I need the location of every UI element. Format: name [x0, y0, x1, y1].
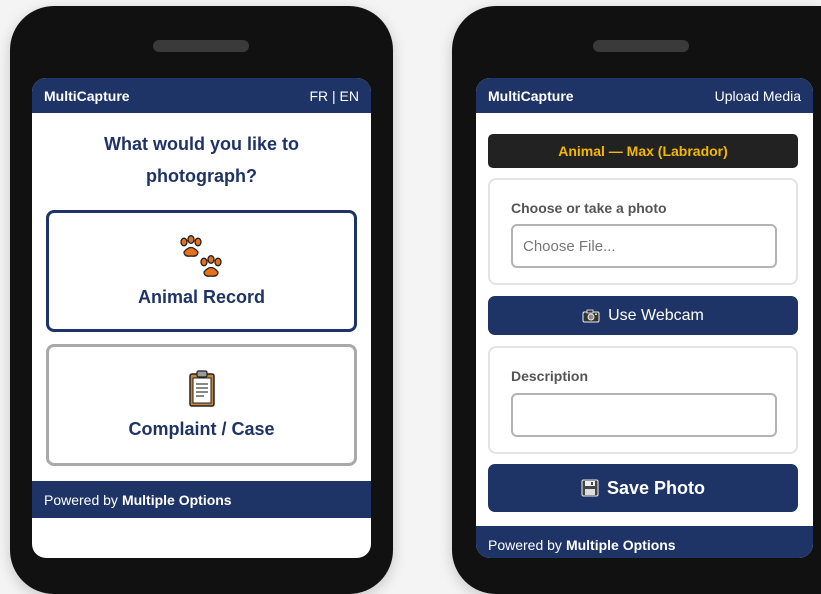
- app-brand: MultiCapture: [488, 87, 574, 104]
- use-webcam-label: Use Webcam: [608, 306, 704, 324]
- camera-icon: [582, 309, 600, 323]
- file-upload-card: Choose or take a photo Choose File...: [488, 178, 798, 285]
- screen-choose-category: MultiCapture FR | EN What would you like…: [32, 78, 371, 558]
- description-input[interactable]: [511, 393, 777, 437]
- animal-record-label: Animal Record: [137, 286, 266, 307]
- animal-record-button[interactable]: Animal Record: [46, 210, 357, 332]
- footer-brand: Multiple Options: [121, 491, 232, 508]
- phone-left: MultiCapture FR | EN What would you like…: [10, 6, 393, 594]
- app-footer: Powered by Multiple Options: [32, 481, 371, 518]
- language-switch[interactable]: FR | EN: [309, 88, 359, 104]
- subject-title: Animal — Max (Labrador): [488, 134, 798, 168]
- complaint-case-button[interactable]: Complaint / Case: [46, 344, 357, 466]
- floppy-disk-icon: [581, 479, 599, 497]
- page-header-title: Upload Media: [714, 87, 801, 104]
- footer-prefix: Powered by: [44, 491, 118, 508]
- file-input[interactable]: Choose File...: [511, 224, 777, 268]
- description-card: Description: [488, 346, 798, 454]
- clipboard-icon: [188, 370, 216, 413]
- use-webcam-button[interactable]: Use Webcam: [488, 296, 798, 335]
- app-footer: Powered by Multiple Options: [476, 526, 813, 558]
- app-brand: MultiCapture: [44, 87, 130, 104]
- complaint-case-label: Complaint / Case: [128, 419, 275, 439]
- file-upload-label: Choose or take a photo: [511, 200, 667, 216]
- phone-speaker: [153, 40, 249, 52]
- footer-prefix: Powered by: [488, 536, 562, 553]
- page-question: What would you like to photograph?: [104, 134, 299, 186]
- paw-prints-icon: [178, 234, 226, 281]
- app-header: MultiCapture FR | EN: [32, 78, 371, 113]
- save-photo-button[interactable]: Save Photo: [488, 464, 798, 512]
- phone-right: MultiCapture Upload Media Animal — Max (…: [452, 6, 821, 594]
- app-header: MultiCapture Upload Media: [476, 78, 813, 113]
- save-photo-label: Save Photo: [606, 477, 706, 498]
- phone-speaker: [593, 40, 689, 52]
- description-label: Description: [511, 368, 589, 384]
- footer-brand: Multiple Options: [565, 536, 676, 553]
- screen-upload-media: MultiCapture Upload Media Animal — Max (…: [476, 78, 813, 558]
